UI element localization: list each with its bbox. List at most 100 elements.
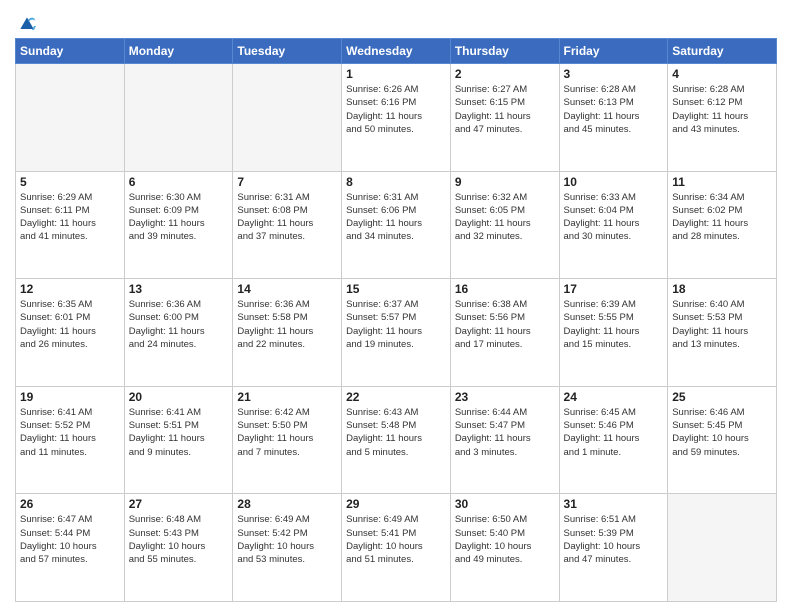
cell-text: Sunrise: 6:33 AM Sunset: 6:04 PM Dayligh… [564, 191, 664, 244]
calendar-cell: 26Sunrise: 6:47 AM Sunset: 5:44 PM Dayli… [16, 494, 125, 602]
cell-text: Sunrise: 6:48 AM Sunset: 5:43 PM Dayligh… [129, 513, 229, 566]
cell-text: Sunrise: 6:42 AM Sunset: 5:50 PM Dayligh… [237, 406, 337, 459]
day-number: 13 [129, 282, 229, 296]
weekday-header-saturday: Saturday [668, 39, 777, 64]
day-number: 22 [346, 390, 446, 404]
cell-text: Sunrise: 6:39 AM Sunset: 5:55 PM Dayligh… [564, 298, 664, 351]
day-number: 5 [20, 175, 120, 189]
weekday-header-wednesday: Wednesday [342, 39, 451, 64]
calendar-cell: 24Sunrise: 6:45 AM Sunset: 5:46 PM Dayli… [559, 386, 668, 494]
calendar-cell [16, 64, 125, 172]
weekday-header-friday: Friday [559, 39, 668, 64]
cell-text: Sunrise: 6:30 AM Sunset: 6:09 PM Dayligh… [129, 191, 229, 244]
day-number: 17 [564, 282, 664, 296]
calendar-cell: 4Sunrise: 6:28 AM Sunset: 6:12 PM Daylig… [668, 64, 777, 172]
calendar-cell: 9 Sunrise: 6:32 AM Sunset: 6:05 PM Daylig… [450, 171, 559, 279]
calendar-cell: 16 Sunrise: 6:38 AM Sunset: 5:56 PM Dayli… [450, 279, 559, 387]
cell-text: Sunrise: 6:41 AM Sunset: 5:52 PM Dayligh… [20, 406, 120, 459]
calendar-cell [124, 64, 233, 172]
cell-text: Sunrise: 6:51 AM Sunset: 5:39 PM Dayligh… [564, 513, 664, 566]
calendar-week-0: 1 Sunrise: 6:26 AM Sunset: 6:16 PM Daylig… [16, 64, 777, 172]
cell-text: Sunrise: 6:38 AM Sunset: 5:56 PM Dayligh… [455, 298, 555, 351]
calendar-cell: 1 Sunrise: 6:26 AM Sunset: 6:16 PM Daylig… [342, 64, 451, 172]
calendar-table: SundayMondayTuesdayWednesdayThursdayFrid… [15, 38, 777, 602]
calendar-week-2: 12 Sunrise: 6:35 AM Sunset: 6:01 PM Dayli… [16, 279, 777, 387]
cell-text: Sunrise: 6:50 AM Sunset: 5:40 PM Dayligh… [455, 513, 555, 566]
cell-text: Sunrise: 6:31 AM Sunset: 6:06 PM Dayligh… [346, 191, 446, 244]
calendar-cell: 15 Sunrise: 6:37 AM Sunset: 5:57 PM Dayli… [342, 279, 451, 387]
calendar-cell: 18Sunrise: 6:40 AM Sunset: 5:53 PM Dayli… [668, 279, 777, 387]
calendar-cell: 5 Sunrise: 6:29 AM Sunset: 6:11 PM Daylig… [16, 171, 125, 279]
day-number: 20 [129, 390, 229, 404]
header [15, 10, 777, 32]
day-number: 18 [672, 282, 772, 296]
day-number: 12 [20, 282, 120, 296]
calendar-cell: 14Sunrise: 6:36 AM Sunset: 5:58 PM Dayli… [233, 279, 342, 387]
cell-text: Sunrise: 6:36 AM Sunset: 6:00 PM Dayligh… [129, 298, 229, 351]
day-number: 11 [672, 175, 772, 189]
calendar-cell: 13 Sunrise: 6:36 AM Sunset: 6:00 PM Dayli… [124, 279, 233, 387]
cell-text: Sunrise: 6:49 AM Sunset: 5:42 PM Dayligh… [237, 513, 337, 566]
day-number: 2 [455, 67, 555, 81]
day-number: 31 [564, 497, 664, 511]
day-number: 1 [346, 67, 446, 81]
calendar-cell: 12 Sunrise: 6:35 AM Sunset: 6:01 PM Dayli… [16, 279, 125, 387]
calendar-week-1: 5 Sunrise: 6:29 AM Sunset: 6:11 PM Daylig… [16, 171, 777, 279]
calendar-cell: 21Sunrise: 6:42 AM Sunset: 5:50 PM Dayli… [233, 386, 342, 494]
calendar-cell: 23 Sunrise: 6:44 AM Sunset: 5:47 PM Dayli… [450, 386, 559, 494]
calendar-cell [668, 494, 777, 602]
cell-text: Sunrise: 6:49 AM Sunset: 5:41 PM Dayligh… [346, 513, 446, 566]
day-number: 30 [455, 497, 555, 511]
cell-text: Sunrise: 6:26 AM Sunset: 6:16 PM Dayligh… [346, 83, 446, 136]
calendar-cell: 25 Sunrise: 6:46 AM Sunset: 5:45 PM Dayli… [668, 386, 777, 494]
cell-text: Sunrise: 6:32 AM Sunset: 6:05 PM Dayligh… [455, 191, 555, 244]
calendar-cell: 17 Sunrise: 6:39 AM Sunset: 5:55 PM Dayli… [559, 279, 668, 387]
calendar-cell: 6 Sunrise: 6:30 AM Sunset: 6:09 PM Daylig… [124, 171, 233, 279]
cell-text: Sunrise: 6:37 AM Sunset: 5:57 PM Dayligh… [346, 298, 446, 351]
calendar-cell: 10 Sunrise: 6:33 AM Sunset: 6:04 PM Dayli… [559, 171, 668, 279]
day-number: 15 [346, 282, 446, 296]
day-number: 25 [672, 390, 772, 404]
day-number: 19 [20, 390, 120, 404]
day-number: 6 [129, 175, 229, 189]
calendar-cell: 22 Sunrise: 6:43 AM Sunset: 5:48 PM Dayli… [342, 386, 451, 494]
cell-text: Sunrise: 6:44 AM Sunset: 5:47 PM Dayligh… [455, 406, 555, 459]
logo [15, 14, 37, 32]
calendar-cell: 2 Sunrise: 6:27 AM Sunset: 6:15 PM Daylig… [450, 64, 559, 172]
cell-text: Sunrise: 6:46 AM Sunset: 5:45 PM Dayligh… [672, 406, 772, 459]
calendar-cell: 20 Sunrise: 6:41 AM Sunset: 5:51 PM Dayli… [124, 386, 233, 494]
calendar-cell: 30 Sunrise: 6:50 AM Sunset: 5:40 PM Dayli… [450, 494, 559, 602]
cell-text: Sunrise: 6:28 AM Sunset: 6:13 PM Dayligh… [564, 83, 664, 136]
cell-text: Sunrise: 6:43 AM Sunset: 5:48 PM Dayligh… [346, 406, 446, 459]
day-number: 23 [455, 390, 555, 404]
cell-text: Sunrise: 6:29 AM Sunset: 6:11 PM Dayligh… [20, 191, 120, 244]
calendar-cell: 28 Sunrise: 6:49 AM Sunset: 5:42 PM Dayli… [233, 494, 342, 602]
cell-text: Sunrise: 6:27 AM Sunset: 6:15 PM Dayligh… [455, 83, 555, 136]
day-number: 27 [129, 497, 229, 511]
logo-icon [17, 14, 37, 34]
day-number: 16 [455, 282, 555, 296]
cell-text: Sunrise: 6:36 AM Sunset: 5:58 PM Dayligh… [237, 298, 337, 351]
day-number: 26 [20, 497, 120, 511]
calendar-cell: 7Sunrise: 6:31 AM Sunset: 6:08 PM Daylig… [233, 171, 342, 279]
calendar-cell: 27 Sunrise: 6:48 AM Sunset: 5:43 PM Dayli… [124, 494, 233, 602]
day-number: 9 [455, 175, 555, 189]
calendar-week-3: 19 Sunrise: 6:41 AM Sunset: 5:52 PM Dayli… [16, 386, 777, 494]
calendar-week-4: 26Sunrise: 6:47 AM Sunset: 5:44 PM Dayli… [16, 494, 777, 602]
day-number: 28 [237, 497, 337, 511]
cell-text: Sunrise: 6:45 AM Sunset: 5:46 PM Dayligh… [564, 406, 664, 459]
calendar-cell: 11Sunrise: 6:34 AM Sunset: 6:02 PM Dayli… [668, 171, 777, 279]
cell-text: Sunrise: 6:35 AM Sunset: 6:01 PM Dayligh… [20, 298, 120, 351]
calendar-cell [233, 64, 342, 172]
weekday-header-monday: Monday [124, 39, 233, 64]
day-number: 7 [237, 175, 337, 189]
day-number: 10 [564, 175, 664, 189]
day-number: 29 [346, 497, 446, 511]
cell-text: Sunrise: 6:28 AM Sunset: 6:12 PM Dayligh… [672, 83, 772, 136]
weekday-header-tuesday: Tuesday [233, 39, 342, 64]
page: SundayMondayTuesdayWednesdayThursdayFrid… [0, 0, 792, 612]
calendar-cell: 29 Sunrise: 6:49 AM Sunset: 5:41 PM Dayli… [342, 494, 451, 602]
day-number: 3 [564, 67, 664, 81]
cell-text: Sunrise: 6:41 AM Sunset: 5:51 PM Dayligh… [129, 406, 229, 459]
calendar-cell: 19 Sunrise: 6:41 AM Sunset: 5:52 PM Dayli… [16, 386, 125, 494]
